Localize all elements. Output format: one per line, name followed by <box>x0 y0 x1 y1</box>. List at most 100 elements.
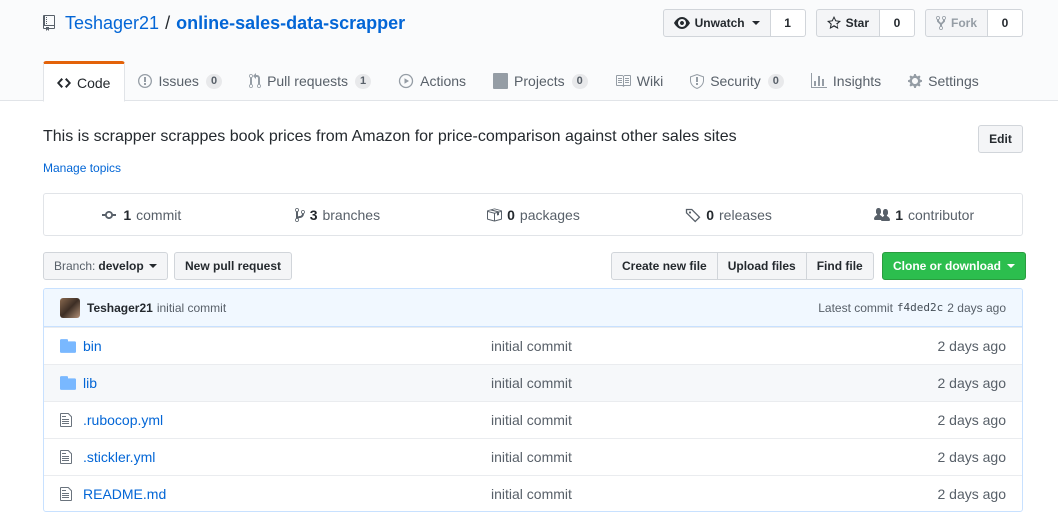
file-name-link[interactable]: .stickler.yml <box>83 449 491 465</box>
file-commit-message[interactable]: initial commit <box>491 486 938 502</box>
unwatch-label: Unwatch <box>694 16 745 30</box>
commits-label: commit <box>136 206 182 223</box>
commits-count: 1 <box>123 206 132 223</box>
file-age: 2 days ago <box>937 338 1007 354</box>
issues-counter: 0 <box>205 73 223 89</box>
file-row: README.md initial commit 2 days ago <box>44 475 1022 511</box>
avatar[interactable] <box>60 297 80 318</box>
file-icon <box>60 486 76 502</box>
tab-code[interactable]: Code <box>43 61 126 102</box>
commit-author-link[interactable]: Teshager21 <box>87 301 153 315</box>
repo-header: Teshager21 / online-sales-data-scrapper … <box>0 0 1058 102</box>
clone-or-download-button[interactable]: Clone or download <box>882 252 1026 280</box>
file-age: 2 days ago <box>937 412 1007 428</box>
chevron-down-icon <box>148 264 157 268</box>
watch-group: Unwatch 1 <box>662 9 806 37</box>
file-name-link[interactable]: lib <box>83 375 491 391</box>
tab-security[interactable]: Security 0 <box>677 61 798 101</box>
branch-prefix: Branch: <box>54 259 96 273</box>
chevron-down-icon <box>1007 264 1015 268</box>
file-commit-message[interactable]: initial commit <box>491 338 938 354</box>
file-commit-message[interactable]: initial commit <box>491 412 938 428</box>
star-label: Star <box>845 16 869 30</box>
repo-actions: Unwatch 1 Star 0 Fork 0 <box>662 9 1023 37</box>
fork-group: Fork 0 <box>924 9 1023 37</box>
create-new-file-button[interactable]: Create new file <box>611 252 718 280</box>
packages-link[interactable]: 0 packages <box>435 194 631 235</box>
tab-wiki[interactable]: Wiki <box>602 61 677 101</box>
eye-icon <box>673 15 690 31</box>
repo-nav-tabs: Code Issues 0 Pull requests 1 Actions Pr… <box>43 61 993 102</box>
issue-icon <box>138 73 153 89</box>
fork-count[interactable]: 0 <box>988 9 1023 37</box>
branch-icon <box>294 207 305 223</box>
commit-sha-link[interactable]: f4ded2c <box>897 301 943 314</box>
fork-icon <box>935 15 946 31</box>
manage-topics-link[interactable]: Manage topics <box>43 161 121 175</box>
repo-icon <box>43 15 55 31</box>
releases-label: releases <box>719 206 772 223</box>
file-icon <box>60 449 76 465</box>
tab-insights[interactable]: Insights <box>798 61 895 101</box>
unwatch-button[interactable]: Unwatch <box>662 9 771 37</box>
file-name-link[interactable]: README.md <box>83 486 491 502</box>
star-group: Star 0 <box>815 9 915 37</box>
edit-description-button[interactable]: Edit <box>978 125 1023 153</box>
branches-label: branches <box>322 206 381 223</box>
tab-pull-requests[interactable]: Pull requests 1 <box>236 61 385 101</box>
branches-link[interactable]: 3 branches <box>240 194 436 235</box>
branch-select-button[interactable]: Branch: develop <box>43 252 168 280</box>
shield-icon <box>690 73 705 89</box>
tab-label: Security <box>710 73 761 89</box>
contributors-link[interactable]: 1 contributor <box>826 194 1022 235</box>
star-count[interactable]: 0 <box>879 9 915 37</box>
fork-button[interactable]: Fork <box>924 9 988 37</box>
tab-label: Code <box>77 74 111 91</box>
commit-message-link[interactable]: initial commit <box>157 301 226 315</box>
branch-name: develop <box>98 259 144 273</box>
find-file-button[interactable]: Find file <box>805 252 874 280</box>
file-row: lib initial commit 2 days ago <box>44 364 1022 401</box>
file-row: .stickler.yml initial commit 2 days ago <box>44 438 1022 475</box>
file-name-link[interactable]: .rubocop.yml <box>83 412 491 428</box>
file-commit-message[interactable]: initial commit <box>491 449 938 465</box>
tab-settings[interactable]: Settings <box>895 61 993 101</box>
file-age: 2 days ago <box>937 486 1007 502</box>
contributors-label: contributor <box>907 206 975 223</box>
file-age: 2 days ago <box>937 375 1007 391</box>
star-icon <box>826 15 841 31</box>
repo-title: Teshager21 / online-sales-data-scrapper <box>43 11 405 35</box>
code-icon <box>57 75 71 91</box>
new-pull-request-button[interactable]: New pull request <box>174 252 293 280</box>
repo-description: This is scrapper scrappes book prices fr… <box>43 128 737 145</box>
tab-label: Pull requests <box>267 73 348 89</box>
watch-count[interactable]: 1 <box>770 9 806 37</box>
tag-icon <box>685 207 701 223</box>
upload-files-button[interactable]: Upload files <box>716 252 807 280</box>
commits-link[interactable]: 1 commit <box>44 194 240 235</box>
repo-name-link[interactable]: online-sales-data-scrapper <box>176 13 405 34</box>
file-name-link[interactable]: bin <box>83 338 491 354</box>
pull-request-icon <box>249 73 262 89</box>
latest-commit-meta: Latest commit f4ded2c 2 days ago <box>818 301 1006 315</box>
security-counter: 0 <box>767 73 784 89</box>
tab-projects[interactable]: Projects 0 <box>480 61 602 101</box>
tab-issues[interactable]: Issues 0 <box>125 61 236 101</box>
file-icon <box>60 412 76 428</box>
repo-owner-link[interactable]: Teshager21 <box>65 13 159 34</box>
releases-link[interactable]: 0 releases <box>631 194 827 235</box>
file-commit-message[interactable]: initial commit <box>491 375 938 391</box>
tab-label: Projects <box>514 73 565 89</box>
tab-label: Insights <box>832 73 882 89</box>
star-button[interactable]: Star <box>815 9 880 37</box>
chevron-down-icon <box>751 21 760 25</box>
commit-icon <box>102 207 118 223</box>
tab-label: Wiki <box>636 73 664 89</box>
pull-requests-counter: 1 <box>355 73 372 89</box>
tab-label: Settings <box>928 73 979 89</box>
file-browser: Teshager21 initial commit Latest commit … <box>43 288 1023 512</box>
book-icon <box>615 73 631 89</box>
file-row: .rubocop.yml initial commit 2 days ago <box>44 401 1022 438</box>
tab-actions[interactable]: Actions <box>385 61 480 101</box>
folder-icon <box>60 376 76 390</box>
